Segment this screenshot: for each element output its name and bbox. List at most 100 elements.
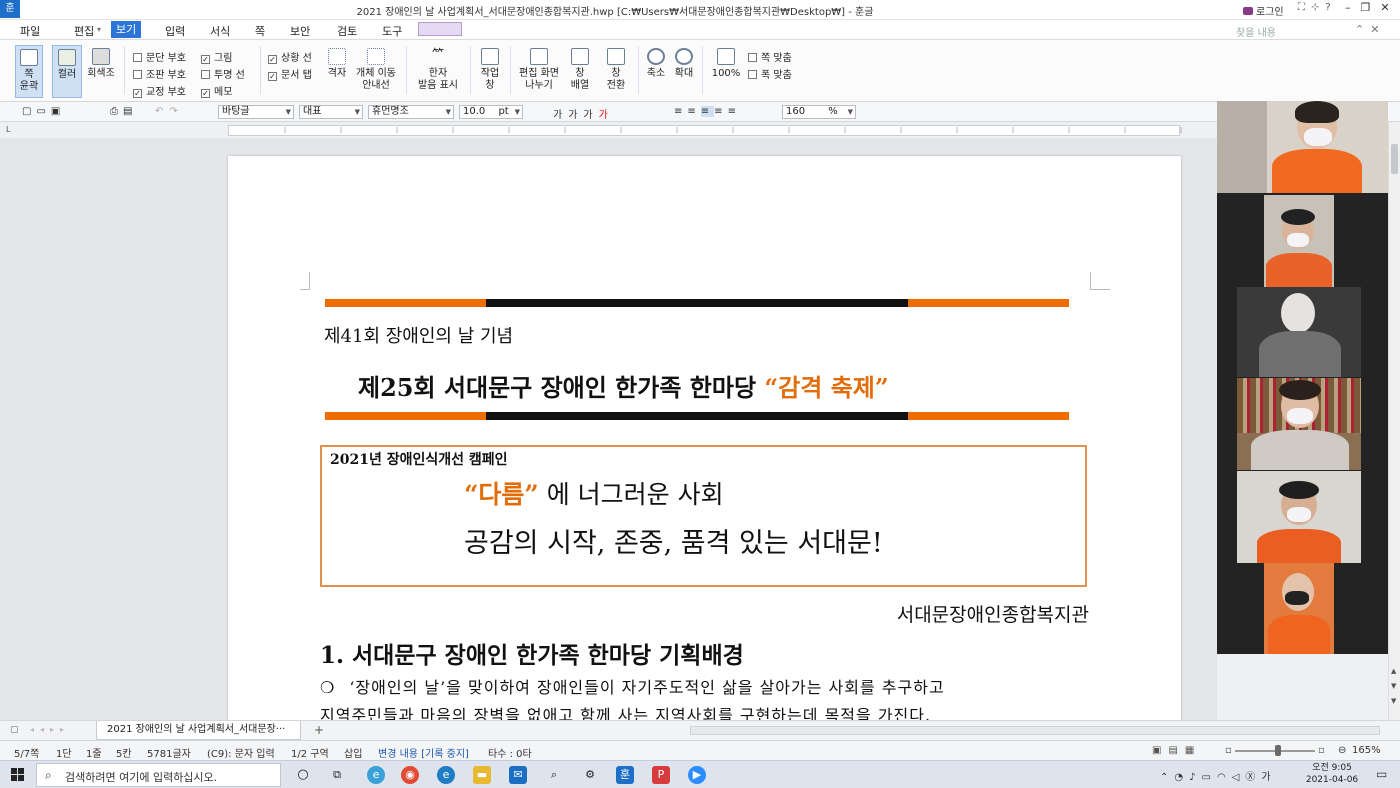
normal-view-icon[interactable]: ▣ xyxy=(1152,745,1168,756)
zoom-100-button[interactable]: 100% xyxy=(708,48,744,80)
cortana-icon[interactable]: ○ xyxy=(294,766,312,784)
menu-edit[interactable]: 편집 xyxy=(74,23,94,39)
document-tab[interactable]: 2021 장애인의 날 사업계획서_서대문장··· xyxy=(96,721,301,740)
task-view-icon[interactable]: ⧉ xyxy=(328,766,346,784)
hanja-pronunciation-button[interactable]: ⺮ 한자 발음 표시 xyxy=(413,48,463,92)
check-doc-tab[interactable]: ✓ 문서 탭 xyxy=(268,66,312,81)
switch-window-button[interactable]: 창 전환 xyxy=(602,48,630,92)
fullscreen-icon[interactable]: ⛶ xyxy=(1298,2,1311,13)
distribute-icon[interactable]: ≡ xyxy=(728,106,741,117)
check-status-line[interactable]: ✓ 상황 선 xyxy=(268,49,312,64)
grid-button[interactable]: 격자 xyxy=(325,48,349,80)
grayscale-button[interactable]: 회색조 xyxy=(85,48,117,80)
hwp-taskbar-icon[interactable]: 훈 xyxy=(616,766,634,784)
video-tile-4[interactable] xyxy=(1237,378,1361,470)
color-view-button[interactable]: 컬러 xyxy=(52,45,82,98)
document-page[interactable]: 제41회 장애인의 날 기념 제25회 서대문구 장애인 한가족 한마당 “감격… xyxy=(228,156,1181,720)
chevron-up-icon[interactable]: ⌃ xyxy=(1160,772,1174,783)
zoom-select[interactable]: 160 % ▼ xyxy=(782,105,856,119)
status-zoom[interactable]: 165% xyxy=(1352,745,1381,756)
menu-insert[interactable]: 입력 xyxy=(165,23,185,39)
zoom-plus-icon[interactable]: ▫ xyxy=(1318,745,1325,756)
hancom-pdf-icon[interactable]: P xyxy=(652,766,670,784)
split-view-button[interactable]: 편집 화면 나누기 xyxy=(516,48,562,92)
taskbar-search-box[interactable]: ⌕ 검색하려면 여기에 입력하십시오. xyxy=(36,763,281,787)
battery-icon[interactable]: ▭ xyxy=(1202,772,1217,783)
find-input[interactable]: 찾을 내용 xyxy=(1236,24,1276,39)
page-view-icon[interactable]: ▦ xyxy=(1185,745,1201,756)
object-guide-button[interactable]: 개체 이동 안내선 xyxy=(352,48,400,92)
check-paragraph-mark[interactable]: 문단 부호 xyxy=(133,49,186,64)
scroll-thumb[interactable] xyxy=(1391,144,1398,174)
underline-icon[interactable]: 가 xyxy=(583,110,598,121)
video-tile-1[interactable] xyxy=(1217,101,1388,193)
tab-list-icon[interactable]: ▢ xyxy=(10,725,19,735)
menu-view[interactable]: 보기 xyxy=(111,21,142,38)
vertical-scrollbar[interactable]: ▲ ▼ ▼ xyxy=(1388,122,1400,720)
menu-review[interactable]: 검토 xyxy=(337,23,357,39)
redo-icon[interactable]: ↷ xyxy=(169,106,183,117)
font-language-select[interactable]: 바탕글 ▼ xyxy=(218,105,294,119)
status-track-changes[interactable]: 변경 내용 [기록 중지] xyxy=(378,745,469,760)
menu-tools[interactable]: 도구 xyxy=(382,23,402,39)
edge-icon[interactable]: e xyxy=(437,766,455,784)
check-picture[interactable]: ✓ 그림 xyxy=(201,49,232,64)
align-center-icon[interactable]: ≡ xyxy=(700,106,715,117)
windows-start-icon[interactable] xyxy=(11,768,25,782)
align-justify-icon[interactable]: ≡ xyxy=(674,106,687,117)
help-icon[interactable]: ? xyxy=(1325,2,1336,13)
edge-legacy-icon[interactable]: e xyxy=(367,766,385,784)
font-size-select[interactable]: 10.0 pt ▼ xyxy=(459,105,523,119)
check-memo[interactable]: ✓ 메모 xyxy=(201,83,232,98)
video-tile-5[interactable] xyxy=(1237,471,1361,563)
arrange-windows-button[interactable]: 창 배열 xyxy=(566,48,594,92)
open-icon[interactable]: ▭ xyxy=(36,106,50,117)
search-app-icon[interactable]: ⌕ xyxy=(545,766,563,784)
new-doc-icon[interactable]: ▢ xyxy=(22,106,36,117)
align-left-icon[interactable]: ≡ xyxy=(687,106,700,117)
font-select[interactable]: 휴먼명조 ▼ xyxy=(368,105,454,119)
video-tile-6[interactable] xyxy=(1264,563,1334,654)
file-explorer-icon[interactable]: ▬ xyxy=(473,766,491,784)
italic-icon[interactable]: 가 xyxy=(568,110,583,121)
close-doc-icon[interactable]: ✕ xyxy=(1370,23,1385,36)
chrome-icon[interactable]: ◉ xyxy=(401,766,419,784)
menu-format[interactable]: 서식 xyxy=(210,23,230,39)
align-right-icon[interactable]: ≡ xyxy=(714,106,727,117)
web-view-icon[interactable]: ▤ xyxy=(1168,745,1184,756)
fit-page-button[interactable]: 쪽 맞춤 xyxy=(748,49,792,64)
pin-icon[interactable]: ⊹ xyxy=(1311,2,1325,13)
zoom-out-button[interactable]: 축소 xyxy=(643,48,669,80)
volume-icon[interactable]: ◁ xyxy=(1232,772,1246,783)
mic-icon[interactable]: ♪ xyxy=(1189,772,1201,783)
ime-icon[interactable]: Ⓧ xyxy=(1245,772,1261,783)
zoom-slider-knob[interactable] xyxy=(1275,745,1281,756)
horizontal-scrollbar[interactable] xyxy=(690,726,1380,735)
save-icon[interactable]: ▣ xyxy=(51,106,65,117)
page-up-icon[interactable]: ▲ xyxy=(1391,667,1396,675)
language-icon[interactable]: 가 xyxy=(1261,772,1276,783)
page-down-icon[interactable]: ▼ xyxy=(1391,697,1396,705)
notification-icon[interactable]: ▭ xyxy=(1376,767,1387,781)
fit-width-button[interactable]: 폭 맞춤 xyxy=(748,66,792,81)
mail-icon[interactable]: ✉ xyxy=(509,766,527,784)
close-icon[interactable]: ✕ xyxy=(1380,1,1399,14)
status-page[interactable]: 5/7쪽 xyxy=(14,745,39,760)
page-down-icon[interactable]: ▼ xyxy=(1391,682,1396,690)
page-outline-button[interactable]: 쪽 윤곽 xyxy=(15,45,43,98)
menu-page[interactable]: 쪽 xyxy=(255,23,265,39)
wifi-icon[interactable]: ◠ xyxy=(1217,772,1232,783)
status-insert[interactable]: 삽입 xyxy=(344,745,362,760)
check-proof-mark[interactable]: ✓ 교정 부호 xyxy=(133,83,186,98)
network-icon[interactable]: ◔ xyxy=(1174,772,1189,783)
undo-icon[interactable]: ↶ xyxy=(155,106,169,117)
zoom-minus-icon[interactable]: ▫ xyxy=(1225,745,1232,756)
minimize-icon[interactable]: – xyxy=(1345,1,1361,14)
video-tile-3[interactable] xyxy=(1237,287,1361,377)
add-tab-button[interactable]: + xyxy=(314,723,324,737)
zoom-in-button[interactable]: 확대 xyxy=(671,48,697,80)
print-icon[interactable]: ⎙ xyxy=(110,106,123,117)
bold-icon[interactable]: 가 xyxy=(553,110,568,121)
restore-icon[interactable]: ❐ xyxy=(1361,1,1381,14)
zoom-app-icon[interactable]: ▶ xyxy=(688,766,706,784)
